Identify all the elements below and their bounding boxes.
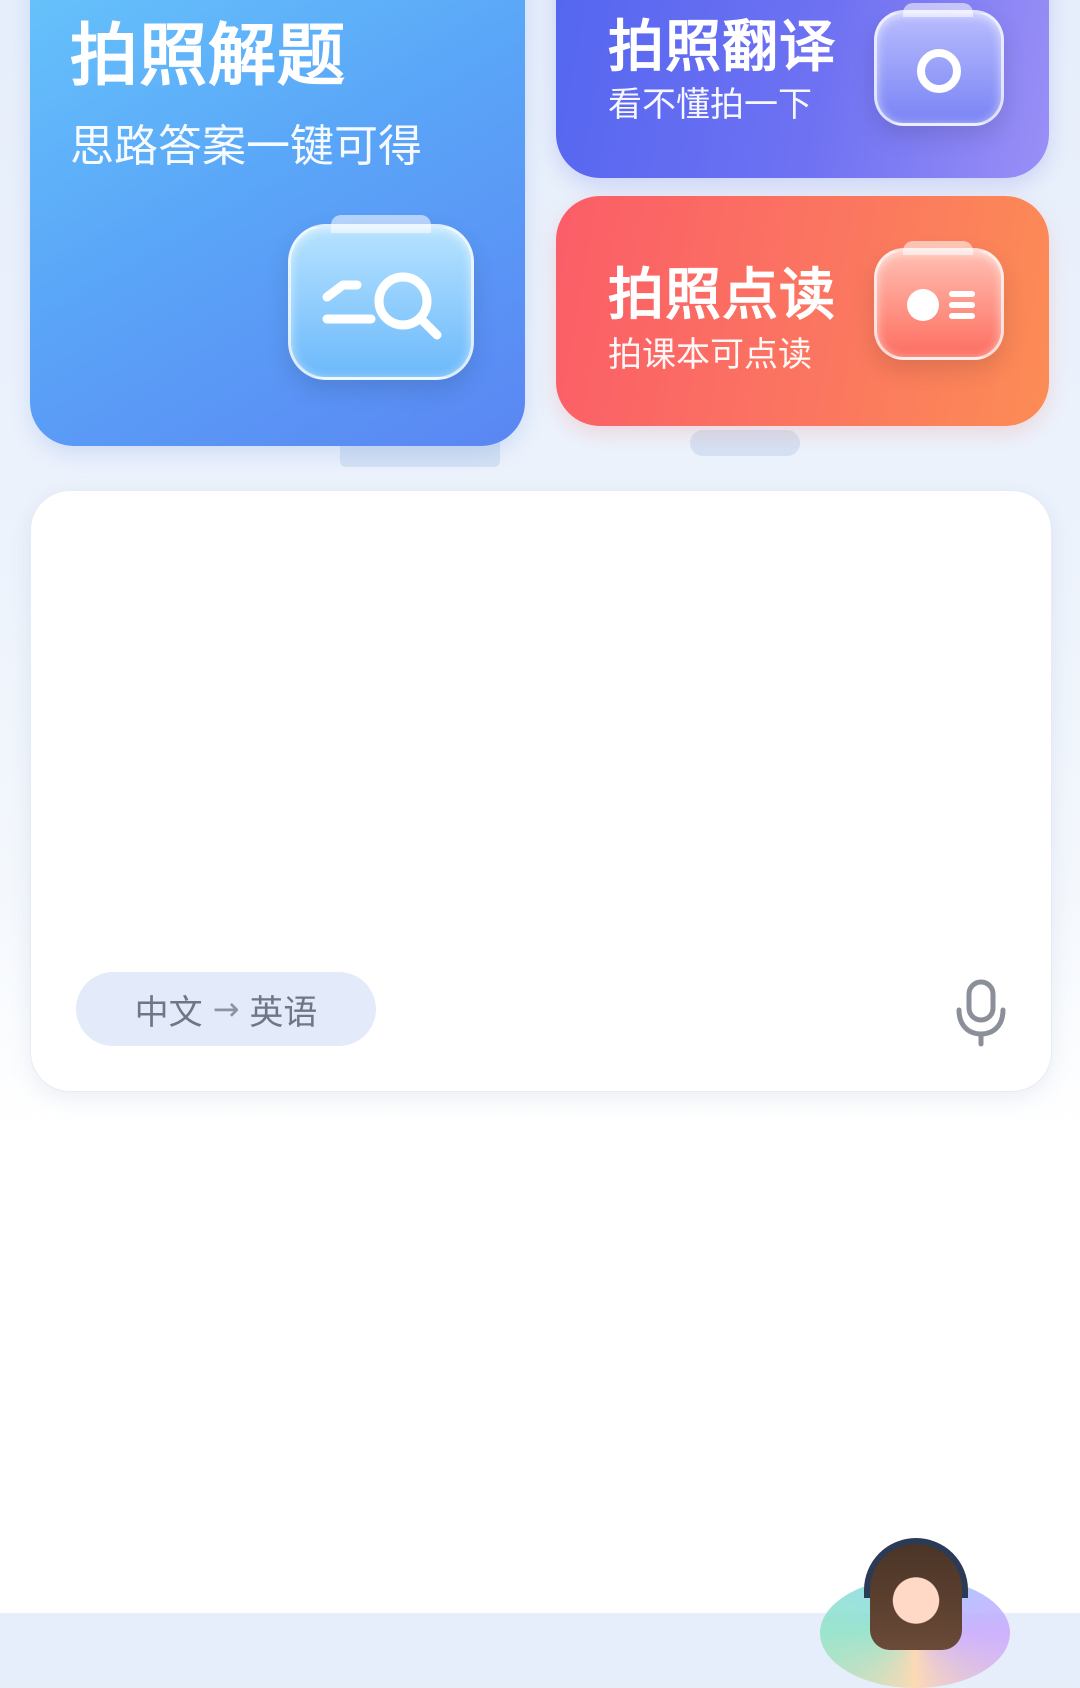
- photo-read-card[interactable]: 拍照点读 拍课本可点读: [556, 196, 1049, 426]
- photo-solve-subtitle: 思路答案一键可得: [70, 121, 422, 172]
- background-decoration: [690, 430, 800, 456]
- camera-search-icon: [288, 215, 474, 380]
- photo-translate-card[interactable]: 拍照翻译 看不懂拍一下: [556, 0, 1049, 178]
- language-arrow: →: [212, 990, 240, 1028]
- camera-icon: [874, 3, 1004, 126]
- translate-text-input[interactable]: [71, 527, 1015, 971]
- language-switch-button[interactable]: 中文 → 英语: [76, 972, 376, 1046]
- photo-solve-title: 拍照解题: [70, 17, 347, 96]
- microphone-icon[interactable]: [953, 978, 1009, 1048]
- assistant-avatar-icon[interactable]: [820, 1538, 1010, 1688]
- target-language: 英语: [249, 992, 318, 1033]
- photo-read-subtitle: 拍课本可点读: [608, 335, 812, 375]
- photo-translate-title: 拍照翻译: [608, 15, 836, 80]
- camera-read-icon: [874, 241, 1004, 360]
- photo-solve-card[interactable]: 拍照解题 思路答案一键可得: [30, 0, 525, 446]
- photo-read-title: 拍照点读: [608, 263, 836, 328]
- translate-input-panel: 中文 → 英语: [30, 490, 1052, 1092]
- headset-icon: [864, 1538, 968, 1598]
- source-language: 中文: [134, 992, 203, 1033]
- photo-translate-subtitle: 看不懂拍一下: [608, 85, 812, 125]
